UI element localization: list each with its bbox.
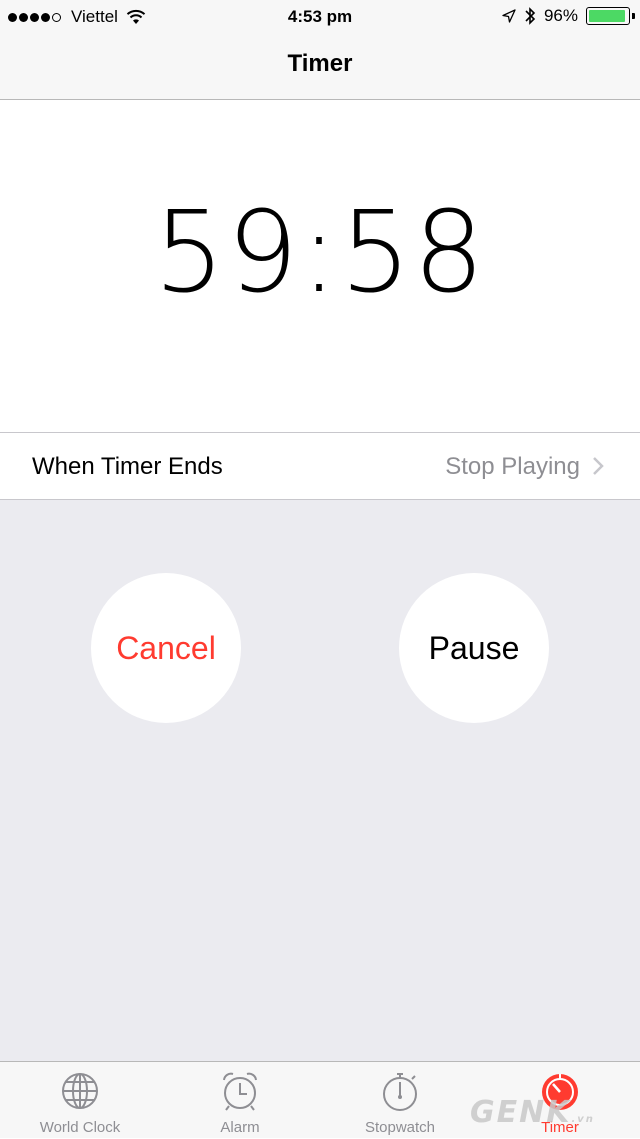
status-bar: Viettel 4:53 pm 96% xyxy=(0,0,640,34)
tab-world-clock[interactable]: World Clock xyxy=(0,1062,160,1139)
when-timer-ends-value: Stop Playing xyxy=(445,453,580,480)
timer-countdown: 59:58 xyxy=(0,188,640,318)
watermark-text: GENK xyxy=(470,1095,572,1130)
watermark-suffix: .vn xyxy=(571,1114,595,1125)
bluetooth-icon xyxy=(525,7,536,25)
location-icon xyxy=(502,9,516,23)
page-title: Timer xyxy=(287,50,353,77)
timer-minutes: 59 xyxy=(153,188,301,318)
cancel-button[interactable]: Cancel xyxy=(91,573,241,723)
timer-controls: Cancel Pause xyxy=(0,500,640,1061)
stopwatch-icon xyxy=(383,1073,417,1111)
status-right: 96% xyxy=(494,6,635,26)
alarm-clock-icon xyxy=(223,1072,257,1111)
tab-label: World Clock xyxy=(39,1119,121,1136)
tab-label: Stopwatch xyxy=(364,1119,436,1136)
timer-separator: : xyxy=(300,188,340,318)
when-timer-ends-label: When Timer Ends xyxy=(32,453,223,480)
battery-nub xyxy=(632,13,635,19)
battery-fill xyxy=(589,10,625,22)
tab-stopwatch[interactable]: Stopwatch xyxy=(320,1062,480,1139)
pause-button[interactable]: Pause xyxy=(399,573,549,723)
tab-label: Alarm xyxy=(220,1119,260,1136)
globe-icon xyxy=(62,1073,98,1109)
chevron-right-icon xyxy=(593,457,604,475)
timer-seconds: 58 xyxy=(339,188,487,318)
timer-display: 59:58 xyxy=(0,100,640,432)
when-timer-ends-row[interactable]: When Timer Ends Stop Playing xyxy=(0,432,640,500)
battery-percent: 96% xyxy=(543,6,578,25)
battery-icon xyxy=(586,7,635,25)
tab-alarm[interactable]: Alarm xyxy=(160,1062,320,1139)
top-bar: Viettel 4:53 pm 96% Timer xyxy=(0,0,640,100)
genk-watermark: GENK.vn xyxy=(470,1095,595,1130)
